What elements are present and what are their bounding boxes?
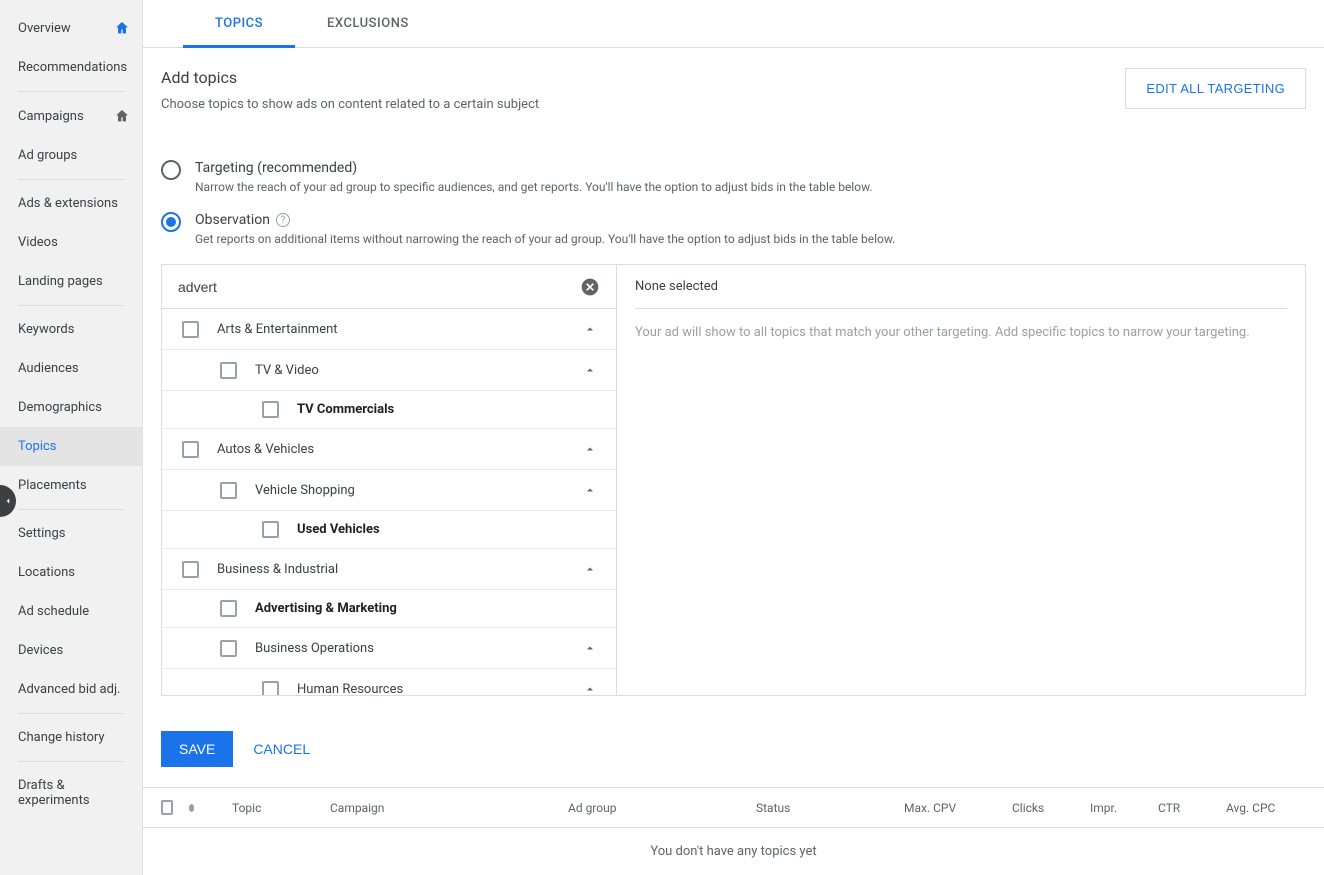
search-input[interactable] xyxy=(178,279,580,295)
sidebar-item-videos[interactable]: Videos xyxy=(0,223,142,262)
column-header[interactable]: Ad group xyxy=(568,801,748,815)
chevron-up-icon[interactable] xyxy=(580,480,600,500)
chevron-up-icon[interactable] xyxy=(580,319,600,339)
sidebar-item-advanced-bid-adj-[interactable]: Advanced bid adj. xyxy=(0,670,142,709)
topic-list: Arts & Entertainment TV & Video TV Commerc… xyxy=(162,309,616,695)
topic-label: Vehicle Shopping xyxy=(255,483,580,498)
none-selected-label: None selected xyxy=(635,279,1287,309)
tab-exclusions[interactable]: EXCLUSIONS xyxy=(295,0,441,47)
topic-row: Business & Industrial xyxy=(162,549,616,590)
topic-row: Vehicle Shopping xyxy=(162,469,616,511)
column-header[interactable]: Max. CPV xyxy=(904,801,1004,815)
topic-label: Human Resources xyxy=(297,682,580,696)
table-header: Topic Campaign Ad group Status Max. CPV Click… xyxy=(143,787,1324,828)
topic-checkbox[interactable] xyxy=(262,681,279,696)
sidebar-item-devices[interactable]: Devices xyxy=(0,631,142,670)
selection-hint: Your ad will show to all topics that mat… xyxy=(635,323,1287,343)
column-header[interactable]: Status xyxy=(756,801,896,815)
topic-row: Arts & Entertainment xyxy=(162,309,616,350)
sidebar-item-placements[interactable]: Placements xyxy=(0,466,142,505)
clear-search-icon[interactable] xyxy=(580,277,600,297)
topic-row: TV Commercials xyxy=(162,391,616,429)
status-dot-icon xyxy=(189,804,194,812)
topic-label: TV & Video xyxy=(255,363,580,378)
tab-topics[interactable]: TOPICS xyxy=(183,0,295,48)
sidebar-item-demographics[interactable]: Demographics xyxy=(0,388,142,427)
topic-checkbox[interactable] xyxy=(182,441,199,458)
targeting-radio-title: Targeting (recommended) xyxy=(195,160,873,176)
topic-row: Used Vehicles xyxy=(162,511,616,549)
chevron-up-icon[interactable] xyxy=(580,360,600,380)
sidebar-item-recommendations[interactable]: Recommendations xyxy=(0,48,142,87)
tabs: TOPICSEXCLUSIONS xyxy=(143,0,1324,48)
topic-label: Business Operations xyxy=(255,641,580,656)
cancel-button[interactable]: CANCEL xyxy=(253,741,310,757)
chevron-up-icon[interactable] xyxy=(580,559,600,579)
sidebar-item-audiences[interactable]: Audiences xyxy=(0,349,142,388)
topic-checkbox[interactable] xyxy=(182,321,199,338)
sidebar-item-settings[interactable]: Settings xyxy=(0,514,142,553)
sidebar-item-overview[interactable]: Overview xyxy=(0,8,142,48)
targeting-radio-desc: Narrow the reach of your ad group to spe… xyxy=(195,180,873,194)
sidebar-item-ad-schedule[interactable]: Ad schedule xyxy=(0,592,142,631)
help-icon[interactable]: ? xyxy=(276,213,290,227)
topic-row: Human Resources xyxy=(162,669,616,695)
topic-label: Used Vehicles xyxy=(297,522,600,537)
sidebar-item-keywords[interactable]: Keywords xyxy=(0,310,142,349)
column-header[interactable]: Avg. CPC xyxy=(1226,801,1306,815)
sidebar-item-campaigns[interactable]: Campaigns xyxy=(0,96,142,136)
sidebar-item-ads-extensions[interactable]: Ads & extensions xyxy=(0,184,142,223)
edit-all-targeting-button[interactable]: EDIT ALL TARGETING xyxy=(1125,68,1306,109)
topic-row: Business Operations xyxy=(162,627,616,669)
topic-checkbox[interactable] xyxy=(220,362,237,379)
observation-radio-title: Observation ? xyxy=(195,212,895,228)
sidebar-item-locations[interactable]: Locations xyxy=(0,553,142,592)
topic-checkbox[interactable] xyxy=(220,482,237,499)
topic-checkbox[interactable] xyxy=(262,521,279,538)
targeting-radio[interactable] xyxy=(161,160,181,180)
observation-radio[interactable] xyxy=(161,212,181,232)
topic-checkbox[interactable] xyxy=(220,600,237,617)
topic-label: Advertising & Marketing xyxy=(255,601,600,616)
topic-row: TV & Video xyxy=(162,349,616,391)
page-title: Add topics xyxy=(161,68,539,87)
sidebar-item-change-history[interactable]: Change history xyxy=(0,718,142,757)
chevron-up-icon[interactable] xyxy=(580,638,600,658)
column-header[interactable]: Impr. xyxy=(1090,801,1150,815)
table-empty-message: You don't have any topics yet xyxy=(143,828,1324,875)
topic-row: Autos & Vehicles xyxy=(162,429,616,470)
sidebar: OverviewRecommendations CampaignsAd group… xyxy=(0,0,143,875)
chevron-up-icon[interactable] xyxy=(580,679,600,695)
observation-radio-desc: Get reports on additional items without … xyxy=(195,232,895,246)
sidebar-item-landing-pages[interactable]: Landing pages xyxy=(0,262,142,301)
column-header[interactable]: Clicks xyxy=(1012,801,1082,815)
column-header[interactable]: Campaign xyxy=(330,801,560,815)
column-header[interactable]: Topic xyxy=(232,801,322,815)
topic-checkbox[interactable] xyxy=(182,561,199,578)
topic-label: TV Commercials xyxy=(297,402,600,417)
save-button[interactable]: SAVE xyxy=(161,731,233,767)
topic-label: Business & Industrial xyxy=(217,562,580,577)
page-subtitle: Choose topics to show ads on content rel… xyxy=(161,97,539,112)
chevron-up-icon[interactable] xyxy=(580,439,600,459)
topic-checkbox[interactable] xyxy=(220,640,237,657)
column-header[interactable]: CTR xyxy=(1158,801,1218,815)
sidebar-item-drafts-experiments[interactable]: Drafts & experiments xyxy=(0,766,142,820)
topic-row: Advertising & Marketing xyxy=(162,589,616,628)
sidebar-item-topics[interactable]: Topics xyxy=(0,427,142,466)
sidebar-item-ad-groups[interactable]: Ad groups xyxy=(0,136,142,175)
topic-checkbox[interactable] xyxy=(262,401,279,418)
select-all-checkbox[interactable] xyxy=(161,800,173,815)
topic-label: Autos & Vehicles xyxy=(217,442,580,457)
topic-label: Arts & Entertainment xyxy=(217,322,580,337)
